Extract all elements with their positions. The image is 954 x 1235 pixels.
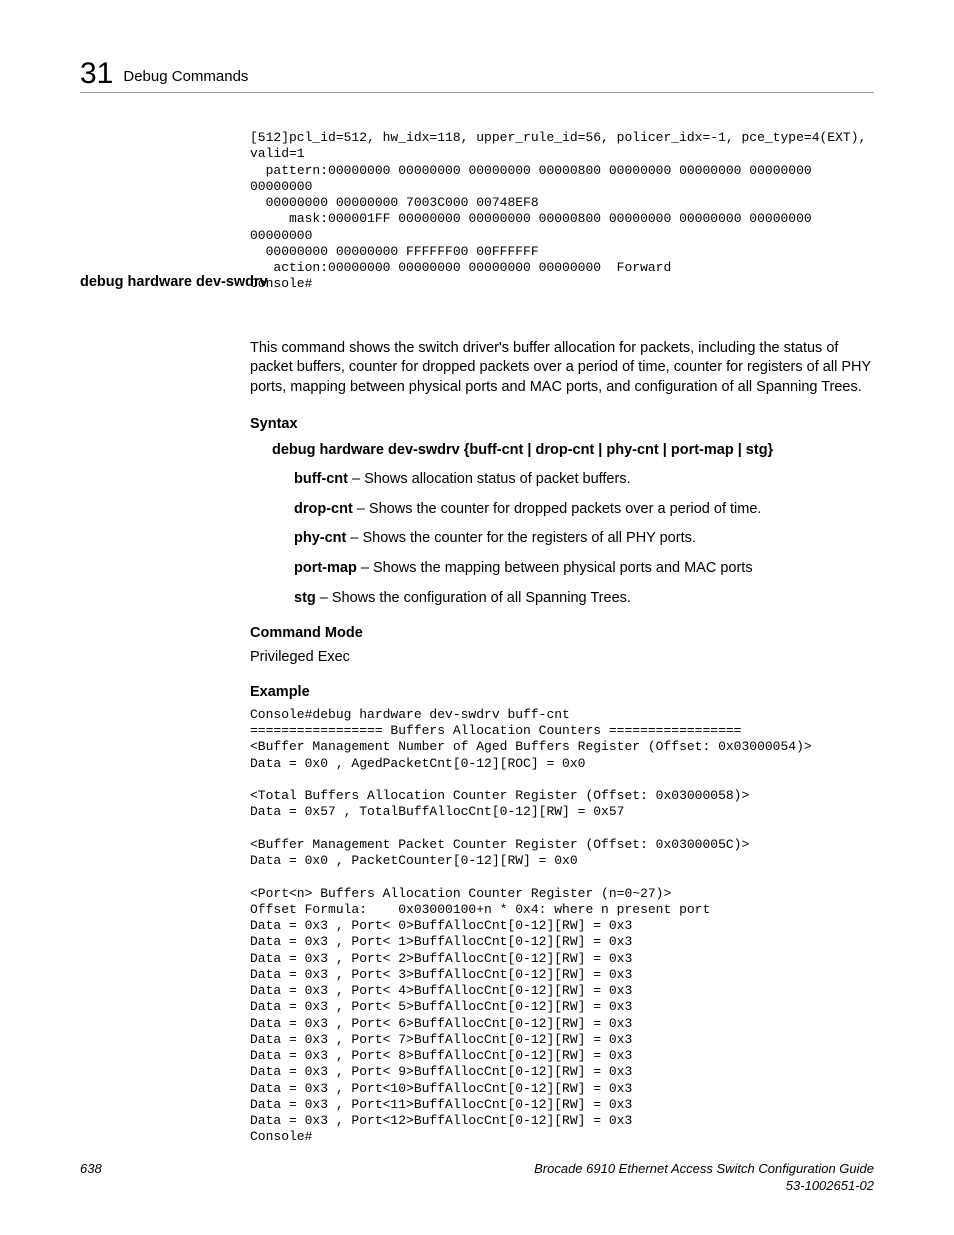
param-phy-cnt: phy-cnt – Shows the counter for the regi…: [294, 529, 874, 549]
command-mode-heading: Command Mode: [250, 624, 874, 644]
command-mode-value: Privileged Exec: [250, 648, 874, 668]
example-code-block: Console#debug hardware dev-swdrv buff-cn…: [250, 707, 874, 1146]
param-name: stg: [294, 590, 316, 606]
chapter-number: 31: [80, 54, 113, 95]
example-heading: Example: [250, 683, 874, 703]
page-footer: 638 Brocade 6910 Ethernet Access Switch …: [80, 1160, 874, 1195]
param-name: port-map: [294, 560, 357, 576]
param-port-map: port-map – Shows the mapping between phy…: [294, 559, 874, 579]
code-block-pcl: [512]pcl_id=512, hw_idx=118, upper_rule_…: [250, 130, 874, 293]
param-buff-cnt: buff-cnt – Shows allocation status of pa…: [294, 470, 874, 490]
param-desc: – Shows allocation status of packet buff…: [348, 471, 631, 487]
param-name: buff-cnt: [294, 471, 348, 487]
command-description: This command shows the switch driver's b…: [250, 339, 874, 398]
page-body: [512]pcl_id=512, hw_idx=118, upper_rule_…: [250, 130, 874, 1164]
doc-number: 53-1002651-02: [534, 1177, 874, 1195]
command-name-heading: debug hardware dev-swdrv: [80, 273, 268, 293]
param-name: phy-cnt: [294, 530, 346, 546]
syntax-heading: Syntax: [250, 415, 874, 435]
doc-title: Brocade 6910 Ethernet Access Switch Conf…: [534, 1160, 874, 1178]
param-desc: – Shows the counter for dropped packets …: [353, 501, 762, 517]
param-drop-cnt: drop-cnt – Shows the counter for dropped…: [294, 500, 874, 520]
page-header: 31 Debug Commands: [80, 52, 874, 93]
page: 31 Debug Commands debug hardware dev-swd…: [0, 0, 954, 1235]
param-name: drop-cnt: [294, 501, 353, 517]
footer-right: Brocade 6910 Ethernet Access Switch Conf…: [534, 1160, 874, 1195]
param-desc: – Shows the counter for the registers of…: [346, 530, 696, 546]
param-stg: stg – Shows the configuration of all Spa…: [294, 589, 874, 609]
param-desc: – Shows the configuration of all Spannin…: [316, 590, 631, 606]
chapter-title: Debug Commands: [123, 67, 248, 87]
syntax-line: debug hardware dev-swdrv {buff-cnt | dro…: [272, 441, 874, 461]
param-desc: – Shows the mapping between physical por…: [357, 560, 753, 576]
page-number: 638: [80, 1160, 102, 1195]
